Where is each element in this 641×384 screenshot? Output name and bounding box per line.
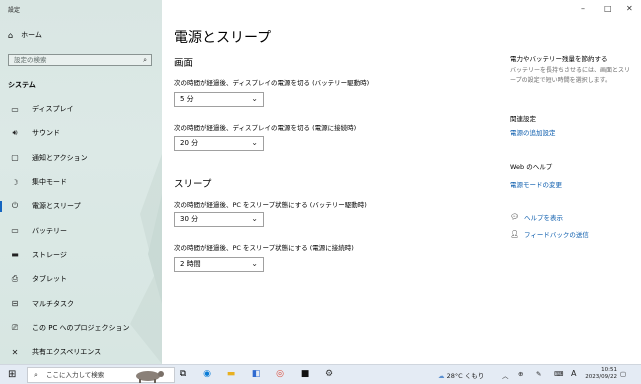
taskbar: ⊞ ⌕ ここに入力して検索 ⧉ ◉ ▬ ◧ ◎ ■ ⚙ ☁ 28°C くもり ︿…: [0, 364, 641, 384]
sidebar-item-label: ディスプレイ: [32, 105, 74, 114]
multitask-icon: ⊟: [11, 299, 19, 309]
sidebar-item-label: バッテリー: [32, 226, 67, 235]
sidebar-item-label: ストレージ: [32, 250, 67, 259]
chrome-icon[interactable]: ◎: [274, 368, 286, 380]
maximize-button[interactable]: □: [604, 4, 612, 13]
search-placeholder: 設定の検索: [14, 56, 47, 64]
sound-icon: 🔊︎: [12, 128, 18, 138]
search-icon: ⌕: [34, 371, 38, 379]
cow-search-highlight-image: [136, 371, 164, 383]
screen-battery-label: 次の時間が経過後、ディスプレイの電源を切る (バッテリー駆動時): [174, 79, 370, 87]
taskbar-search-placeholder: ここに入力して検索: [46, 371, 105, 379]
chevron-down-icon: ⌄: [251, 214, 258, 223]
chevron-down-icon: ⌄: [251, 259, 258, 268]
cloud-icon: ☁: [438, 372, 445, 380]
window-title: 設定: [8, 7, 21, 14]
related-settings-heading: 関連設定: [510, 115, 536, 123]
sidebar-item-display[interactable]: ▭ ディスプレイ: [0, 97, 162, 121]
sidebar-item-label: マルチタスク: [32, 299, 74, 308]
get-help-link[interactable]: 💬︎ ヘルプを表示: [510, 212, 563, 222]
sidebar-item-label: サウンド: [32, 129, 60, 138]
network-icon[interactable]: ⊕: [518, 370, 523, 378]
keyboard-icon[interactable]: ⌨: [554, 370, 563, 378]
tray-overflow-icon[interactable]: ︿: [502, 370, 509, 380]
weather-widget[interactable]: ☁ 28°C くもり: [438, 370, 484, 380]
additional-power-settings-link[interactable]: 電源の追加設定: [510, 127, 556, 137]
feedback-label: フィードバックの送信: [524, 231, 589, 239]
dropdown-value: 5 分: [180, 95, 194, 103]
focus-moon-icon: ☽: [11, 177, 19, 187]
tablet-icon: ⎙: [11, 274, 19, 284]
close-button[interactable]: ✕: [626, 4, 633, 13]
file-explorer-icon[interactable]: ▬: [225, 368, 237, 380]
feedback-link[interactable]: 👤︎ フィードバックの送信: [510, 229, 589, 239]
clock-date: 2023/09/22: [585, 374, 617, 380]
screen-plugged-label: 次の時間が経過後、ディスプレイの電源を切る (電源に接続時): [174, 124, 357, 132]
help-chat-icon: 💬︎: [510, 213, 519, 221]
change-power-mode-link[interactable]: 電源モードの変更: [510, 179, 562, 189]
sidebar: 設定 ⌂ ホーム 設定の検索 ⌕ システム ▭ ディスプレイ 🔊︎ サウンド ▢…: [0, 0, 162, 364]
sleep-plugged-label: 次の時間が経過後、PC をスリープ状態にする (電源に接続時): [174, 244, 354, 252]
feedback-icon: 👤︎: [510, 230, 519, 238]
sleep-heading: スリープ: [174, 179, 212, 190]
home-link[interactable]: ⌂ ホーム: [8, 30, 42, 40]
weather-text: 28°C くもり: [446, 372, 485, 380]
storage-icon: ▬: [11, 250, 19, 260]
store-icon[interactable]: ◧: [250, 368, 262, 380]
system-clock[interactable]: 10:51 2023/09/22: [585, 367, 617, 381]
page-title: 電源とスリープ: [174, 30, 272, 46]
windows-start-icon[interactable]: ⊞: [8, 369, 16, 380]
search-icon: ⌕: [143, 56, 147, 64]
home-icon: ⌂: [8, 30, 14, 40]
task-view-icon[interactable]: ⧉: [177, 368, 189, 380]
sleep-plugged-dropdown[interactable]: 2 時間 ⌄: [174, 257, 264, 272]
battery-icon: ▭: [11, 226, 19, 236]
power-icon: ⏻: [11, 201, 19, 211]
dropdown-value: 20 分: [180, 139, 199, 147]
sidebar-item-label: 集中モード: [32, 178, 67, 187]
notification-center-icon[interactable]: ▢: [620, 370, 626, 378]
sidebar-item-label: タブレット: [32, 275, 67, 284]
pen-icon[interactable]: ✎: [536, 370, 541, 378]
sidebar-item-label: 共有エクスペリエンス: [32, 348, 102, 357]
sidebar-item-label: 通知とアクション: [32, 153, 88, 162]
sidebar-item-sound[interactable]: 🔊︎ サウンド: [0, 121, 162, 145]
home-label: ホーム: [21, 31, 42, 39]
dropdown-value: 30 分: [180, 215, 199, 223]
settings-gear-icon[interactable]: ⚙: [323, 368, 335, 380]
sleep-battery-label: 次の時間が経過後、PC をスリープ状態にする (バッテリー駆動時): [174, 201, 367, 209]
terminal-icon[interactable]: ■: [299, 368, 311, 380]
chevron-down-icon: ⌄: [251, 94, 258, 103]
screen-heading: 画面: [174, 58, 194, 69]
save-power-heading: 電力やバッテリー残量を節約する: [510, 55, 608, 63]
sleep-battery-dropdown[interactable]: 30 分 ⌄: [174, 212, 264, 227]
ime-indicator[interactable]: A: [571, 369, 576, 378]
shared-experience-icon: ✕: [11, 347, 19, 357]
sidebar-item-label: 電源とスリープ: [32, 202, 81, 211]
projection-icon: ⎚: [11, 322, 19, 332]
screen-battery-dropdown[interactable]: 5 分 ⌄: [174, 92, 264, 107]
screen-plugged-dropdown[interactable]: 20 分 ⌄: [174, 136, 264, 151]
settings-search-input[interactable]: 設定の検索 ⌕: [8, 54, 152, 66]
decorative-illustration: [130, 154, 162, 364]
dropdown-value: 2 時間: [180, 260, 201, 268]
display-icon: ▭: [11, 104, 19, 114]
web-help-heading: Web のヘルプ: [510, 163, 553, 171]
section-label: システム: [8, 81, 36, 89]
clock-time: 10:51: [601, 367, 617, 373]
get-help-label: ヘルプを表示: [524, 214, 563, 222]
notification-icon: ▢: [11, 153, 19, 163]
save-power-text: バッテリーを長持ちさせるには、画面とスリープの設定で短い時間を選択します。: [510, 67, 631, 84]
minimize-button[interactable]: –: [581, 4, 585, 13]
chevron-down-icon: ⌄: [251, 138, 258, 147]
edge-icon[interactable]: ◉: [201, 368, 213, 380]
